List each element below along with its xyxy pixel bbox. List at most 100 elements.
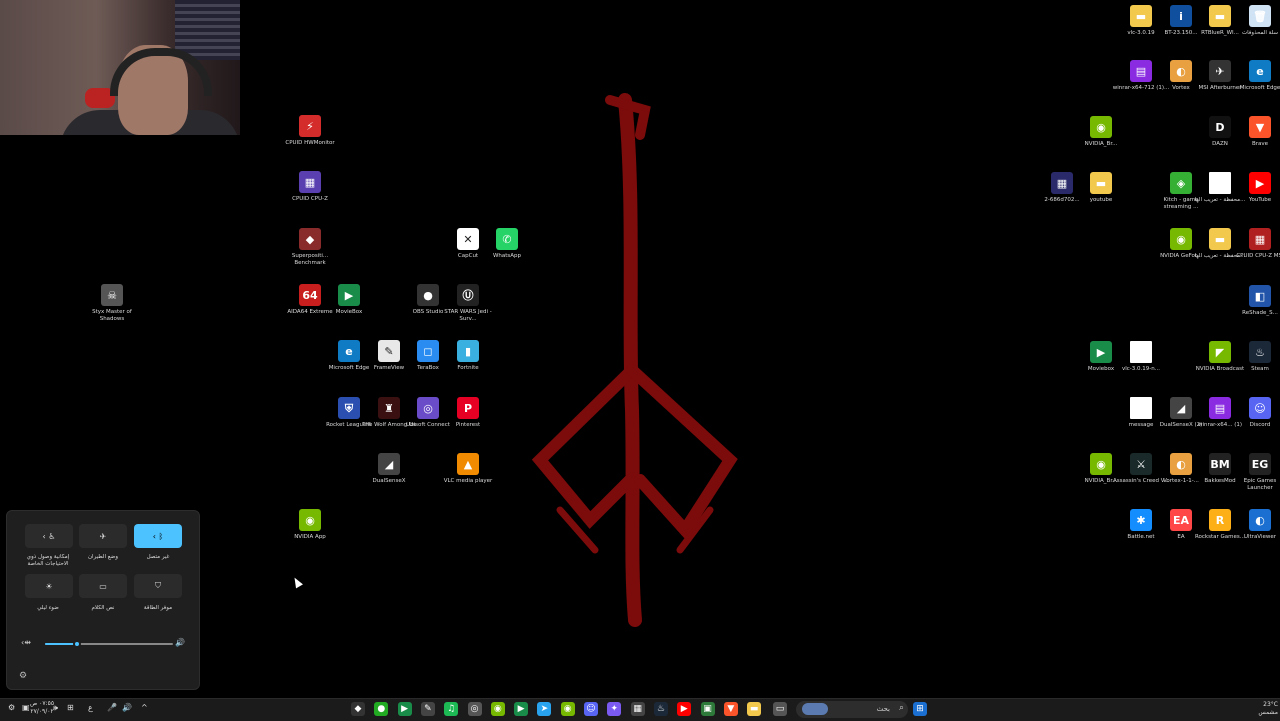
desktop-icon-label: WhatsApp	[492, 253, 522, 259]
desktop-icon[interactable]: vlc-3.0.19-n...	[1112, 341, 1170, 373]
volume-thumb[interactable]	[73, 640, 81, 648]
accessibility-tile[interactable]: ‹ ♿	[25, 524, 73, 548]
accessibility-icon: ‹ ♿	[42, 531, 56, 541]
desktop-icon[interactable]: ◢ DualSenseX	[360, 453, 418, 485]
search-placeholder: بحث	[876, 705, 890, 713]
desktop-icon-label: Discord	[1249, 422, 1271, 428]
taskbar-app-nvidia2[interactable]: ◉	[560, 702, 575, 716]
desktop-icon[interactable]: ▶ MovieBox	[320, 284, 378, 316]
taskbar-app-copilot[interactable]: ✦	[607, 702, 622, 716]
app-icon: e	[1249, 60, 1271, 82]
taskbar-app-tablet[interactable]: ▭	[773, 702, 787, 716]
desktop-icon[interactable]: 🗑 سلة المحذوفات	[1231, 5, 1280, 37]
desktop-icon[interactable]: ⚡ CPUID HWMonitor	[281, 115, 339, 147]
taskbar-app-nvidia[interactable]: ◉	[490, 702, 505, 716]
desktop-icon[interactable]: Ⓤ STAR WARS Jedi - Surv...	[439, 284, 497, 323]
desktop-icon[interactable]: ▲ VLC media player	[439, 453, 497, 485]
desktop-icon[interactable]: ✆ WhatsApp	[478, 228, 536, 260]
app-icon: EG	[1249, 453, 1271, 475]
desktop-icon-label: Styx Master of Shadows	[92, 309, 132, 322]
taskbar-app-inkscape[interactable]: ◆	[351, 702, 365, 716]
desktop-icon[interactable]: P Pinterest	[439, 397, 497, 429]
taskbar-app-explorer[interactable]: ▬	[747, 702, 762, 716]
desktop-icon[interactable]: ◉ NVIDIA_Br...	[1072, 116, 1130, 148]
app-icon: ▬	[1209, 228, 1231, 250]
energy-saver-tile[interactable]: ⛉	[134, 574, 182, 598]
tray-icon[interactable]: ⚙	[8, 703, 15, 712]
energy-saver-label: موفر الطاقة	[143, 605, 173, 611]
captions-icon: ▭	[99, 581, 107, 591]
desktop-icon[interactable]: ♨ Steam	[1231, 341, 1280, 373]
desktop-icon-label: CPUID CPU-Z	[292, 196, 328, 202]
windows-icon: ⊞	[916, 704, 924, 714]
taskbar-app-moviebox2[interactable]: ▶	[514, 702, 529, 716]
app-icon: ☺	[1249, 397, 1271, 419]
taskbar-app-steam[interactable]: ♨	[653, 702, 668, 716]
sun-icon: ☀	[45, 581, 53, 591]
app-icon: ◢	[378, 453, 400, 475]
desktop-icon-label: STAR WARS Jedi - Surv...	[444, 309, 492, 322]
app-icon: ✎	[378, 340, 400, 362]
desktop-icon[interactable]: ◧ ReShade_S...	[1231, 285, 1280, 317]
desktop-icon[interactable]: ▦ CPUID CPU-Z MSI	[1231, 228, 1280, 260]
tray-icon[interactable]: 🎤	[107, 703, 117, 712]
desktop-icon[interactable]: ☺ Discord	[1231, 397, 1280, 429]
desktop-icon[interactable]: e Microsoft Edge	[1231, 60, 1280, 92]
tray-icon[interactable]: 🔊	[122, 703, 132, 712]
desktop-icon[interactable]: ☠ Styx Master of Shadows	[83, 284, 141, 323]
airplane-mode-label: وضع الطيران	[88, 554, 118, 560]
taskbar-app-moviebox[interactable]: ▶	[397, 702, 412, 716]
live-captions-tile[interactable]: ▭	[79, 574, 127, 598]
desktop-icon[interactable]: ▶ YouTube	[1231, 172, 1280, 204]
speaker-icon: 🔊	[175, 638, 185, 647]
desktop-icon-label: youtube	[1089, 197, 1113, 203]
taskbar-app-chrome[interactable]: ●	[374, 702, 389, 716]
tray-icon[interactable]: ^	[141, 703, 148, 712]
desktop-icon[interactable]: ▬ youtube	[1072, 172, 1130, 204]
night-light-tile[interactable]: ☀	[25, 574, 73, 598]
weather-widget[interactable]: 23°C مشمس	[1228, 701, 1278, 717]
tray-icon[interactable]: ⊞	[67, 703, 74, 712]
settings-icon[interactable]: ⚙	[19, 671, 27, 681]
taskbar-app-youtube[interactable]: ▶	[677, 702, 692, 716]
desktop-icon[interactable]: ◐ UltraViewer	[1231, 509, 1280, 541]
tray-icon[interactable]: ▣	[22, 703, 30, 712]
app-icon: ◉	[1090, 116, 1112, 138]
taskbar-app-brave[interactable]: ▼	[723, 702, 738, 716]
desktop-icon-label: NVIDIA_Br...	[1084, 141, 1118, 147]
bluetooth-tile[interactable]: ‹ ᛒ	[134, 524, 182, 548]
audio-output-icon[interactable]: ‹⇹	[21, 638, 31, 647]
taskbar-app-calculator[interactable]: ▦	[630, 702, 645, 716]
airplane-icon: ✈	[99, 531, 107, 541]
taskbar-search[interactable]: بحث ⌕	[796, 701, 908, 718]
desktop-icon[interactable]: ▼ Brave	[1231, 116, 1280, 148]
airplane-mode-tile[interactable]: ✈	[79, 524, 127, 548]
app-icon: ▦	[1249, 228, 1271, 250]
webcam-overlay	[0, 0, 240, 135]
desktop-icon[interactable]: ▮ Fortnite	[439, 340, 497, 372]
app-icon: ▤	[1130, 60, 1152, 82]
desktop-icon[interactable]: ◉ NVIDIA App	[281, 509, 339, 541]
app-icon: ✱	[1130, 509, 1152, 531]
app-icon: EA	[1170, 509, 1192, 531]
start-button[interactable]: ⊞	[913, 702, 927, 716]
app-icon	[1130, 341, 1152, 363]
taskbar-app-notepad[interactable]: ✎	[420, 702, 435, 716]
taskbar-app-obs[interactable]: ◎	[467, 702, 482, 716]
tray-icon[interactable]: ع	[88, 703, 93, 712]
desktop-icon[interactable]: ◆ Superpositi... Benchmark	[281, 228, 339, 267]
taskbar-app-spotify[interactable]: ♫	[444, 702, 459, 716]
desktop-icon-label: YouTube	[1248, 197, 1272, 203]
clock[interactable]: ٠٧:٥٥ ص ٢٧/٠٩/٠٢	[30, 700, 54, 716]
app-icon: e	[338, 340, 360, 362]
desktop-icon[interactable]: ▦ CPUID CPU-Z	[281, 171, 339, 203]
desktop-icon[interactable]: EG Epic Games Launcher	[1231, 453, 1280, 492]
taskbar-app-discord[interactable]: ☺	[584, 702, 598, 716]
taskbar-app-telegram[interactable]: ➤	[537, 702, 552, 716]
app-icon: ▦	[1051, 172, 1073, 194]
desktop-icon-label: Brave	[1251, 141, 1269, 147]
taskbar-app-photos[interactable]: ▣	[700, 702, 715, 716]
volume-slider[interactable]	[45, 640, 173, 648]
app-icon: ◈	[1170, 172, 1192, 194]
taskbar: ⚙ ▣ 🕪 ⊞ ع 🎤 🔊 ^ ٠٧:٥٥ ص ٢٧/٠٩/٠٢ ◆ ● ▶ ✎ ♫ ◎ ◉ ▶ ➤ ◉ ☺ ✦ ▦ ♨ ▶ ▣…	[0, 698, 1280, 721]
